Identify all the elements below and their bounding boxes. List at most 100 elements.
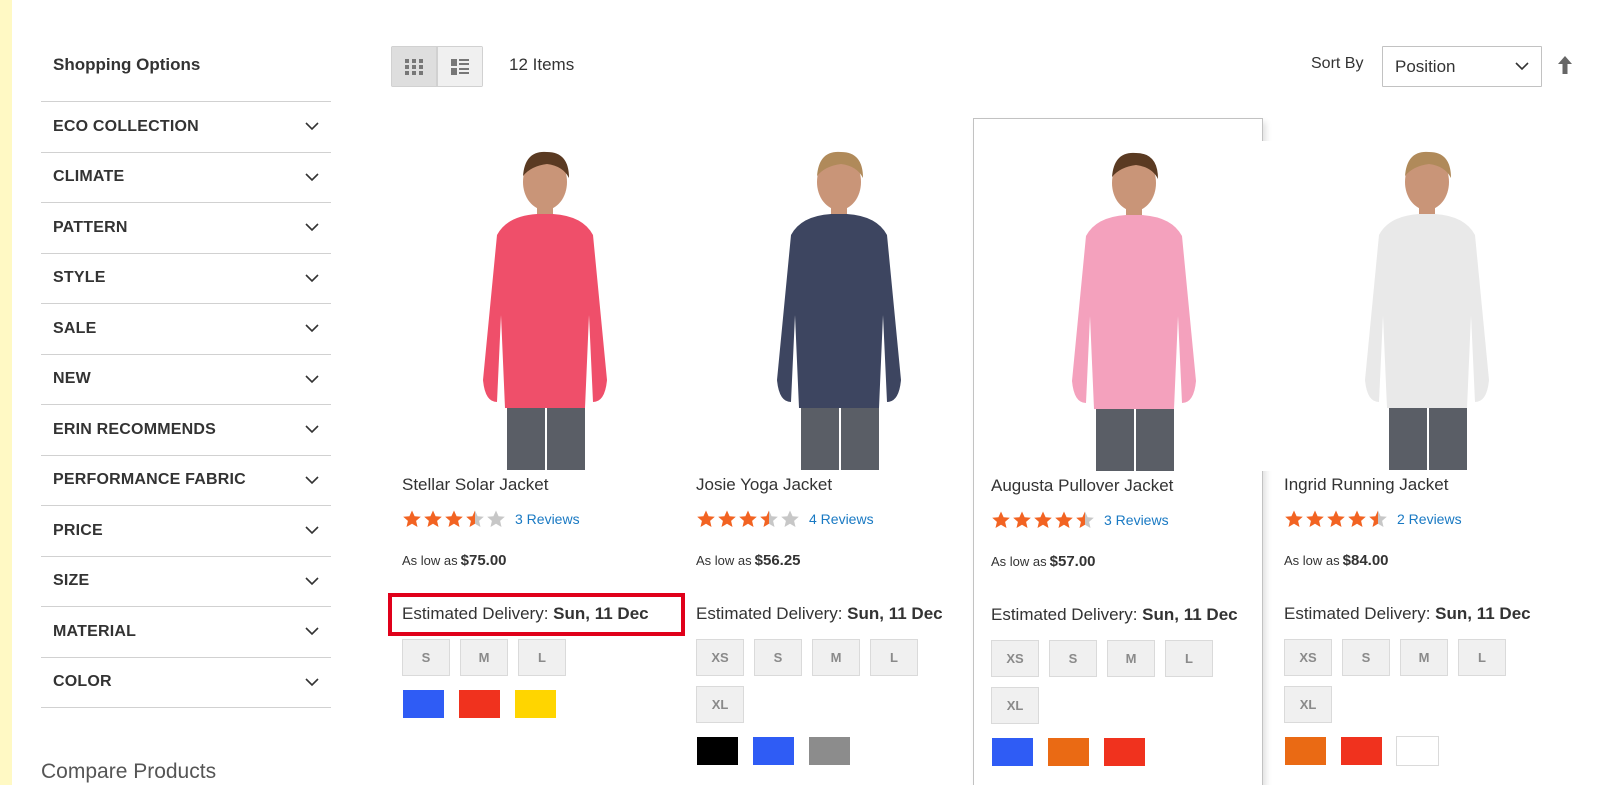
- filter-price[interactable]: PRICE: [41, 506, 331, 557]
- filter-label: COLOR: [53, 673, 112, 691]
- product-image[interactable]: [397, 140, 687, 470]
- product-card[interactable]: Augusta Pullover Jacket 3 Reviews As low a…: [973, 118, 1276, 785]
- reviews-link[interactable]: 3 Reviews: [515, 511, 580, 527]
- filter-label: PRICE: [53, 521, 103, 539]
- color-swatch[interactable]: [1396, 736, 1439, 766]
- filter-material[interactable]: MATERIAL: [41, 607, 331, 658]
- size-option-xs[interactable]: XS: [1284, 639, 1332, 676]
- color-swatch[interactable]: [752, 736, 795, 766]
- filter-performance-fabric[interactable]: PERFORMANCE FABRIC: [41, 456, 331, 506]
- delivery-date: Sun, 11 Dec: [847, 604, 943, 623]
- product-name-link[interactable]: Stellar Solar Jacket: [402, 475, 548, 495]
- price-prefix: As low as: [1284, 553, 1340, 568]
- delivery-label: Estimated Delivery:: [402, 604, 549, 623]
- chevron-down-icon: [305, 577, 319, 585]
- color-swatch[interactable]: [1103, 737, 1146, 767]
- chevron-down-icon: [305, 122, 319, 131]
- estimated-delivery: Estimated Delivery: Sun, 11 Dec: [696, 604, 943, 624]
- filter-label: PATTERN: [53, 218, 128, 236]
- view-mode-switch: [391, 46, 483, 87]
- color-swatch[interactable]: [1047, 737, 1090, 767]
- filter-erin-recommends[interactable]: ERIN RECOMMENDS: [41, 405, 331, 456]
- filter-new[interactable]: NEW: [41, 355, 331, 405]
- reviews-link[interactable]: 2 Reviews: [1397, 511, 1462, 527]
- filter-label: NEW: [53, 370, 91, 388]
- product-card[interactable]: Stellar Solar Jacket 3 Reviews As low as $7…: [388, 118, 687, 785]
- color-swatch[interactable]: [991, 737, 1034, 767]
- color-swatch[interactable]: [696, 736, 739, 766]
- size-option-l[interactable]: L: [518, 639, 566, 676]
- size-option-l[interactable]: L: [1458, 639, 1506, 676]
- product-image[interactable]: [691, 140, 981, 470]
- filter-sale[interactable]: SALE: [41, 304, 331, 355]
- filter-label: PERFORMANCE FABRIC: [53, 471, 246, 489]
- size-option-m[interactable]: M: [1107, 640, 1155, 677]
- product-card[interactable]: Josie Yoga Jacket 4 Reviews As low as $56.2…: [691, 118, 981, 785]
- list-view-button[interactable]: [437, 46, 483, 87]
- chevron-down-icon: [305, 425, 319, 434]
- size-option-m[interactable]: M: [460, 639, 508, 676]
- chevron-down-icon: [305, 526, 319, 535]
- reviews-link[interactable]: 4 Reviews: [809, 511, 874, 527]
- size-option-xl[interactable]: XL: [696, 686, 744, 723]
- size-option-xl[interactable]: XL: [1284, 686, 1332, 723]
- size-options: SML: [402, 639, 672, 686]
- rating-stars: [696, 509, 801, 529]
- product-card[interactable]: Ingrid Running Jacket 2 Reviews As low as $…: [1279, 118, 1569, 785]
- size-option-m[interactable]: M: [812, 639, 860, 676]
- product-name-link[interactable]: Augusta Pullover Jacket: [991, 476, 1173, 496]
- filter-style[interactable]: STYLE: [41, 254, 331, 304]
- color-swatch[interactable]: [514, 689, 557, 719]
- size-option-s[interactable]: S: [754, 639, 802, 676]
- product-rating: 4 Reviews: [696, 509, 874, 529]
- filter-pattern[interactable]: PATTERN: [41, 203, 331, 254]
- product-name-link[interactable]: Josie Yoga Jacket: [696, 475, 832, 495]
- size-option-xs[interactable]: XS: [696, 639, 744, 676]
- color-swatch[interactable]: [402, 689, 445, 719]
- rating-stars: [1284, 509, 1389, 529]
- size-option-m[interactable]: M: [1400, 639, 1448, 676]
- size-option-l[interactable]: L: [1165, 640, 1213, 677]
- delivery-date: Sun, 11 Dec: [1435, 604, 1531, 623]
- shopping-options-title: Shopping Options: [53, 55, 201, 74]
- list-icon: [451, 58, 469, 75]
- price-value: $84.00: [1342, 552, 1389, 569]
- sort-by-select[interactable]: Position: [1382, 46, 1542, 87]
- filter-size[interactable]: SIZE: [41, 557, 331, 607]
- chevron-down-icon: [305, 678, 319, 686]
- filter-label: SIZE: [53, 572, 90, 590]
- estimated-delivery: Estimated Delivery: Sun, 11 Dec: [991, 605, 1238, 625]
- size-option-xl[interactable]: XL: [991, 687, 1039, 724]
- filter-label: MATERIAL: [53, 622, 137, 640]
- price-value: $56.25: [754, 552, 801, 569]
- size-option-xs[interactable]: XS: [991, 640, 1039, 677]
- size-option-l[interactable]: L: [870, 639, 918, 676]
- chevron-down-icon: [1515, 62, 1529, 71]
- size-option-s[interactable]: S: [1049, 640, 1097, 677]
- price-value: $57.00: [1049, 553, 1096, 570]
- size-options: XS S M L XL: [991, 640, 1261, 734]
- price-prefix: As low as: [402, 553, 458, 568]
- product-image[interactable]: [1279, 140, 1569, 470]
- delivery-date: Sun, 11 Dec: [553, 604, 649, 623]
- chevron-down-icon: [305, 627, 319, 636]
- size-option-s[interactable]: S: [1342, 639, 1390, 676]
- price-prefix: As low as: [991, 554, 1047, 569]
- sort-direction-arrow-icon[interactable]: [1556, 54, 1574, 76]
- filter-label: ECO COLLECTION: [53, 117, 199, 135]
- grid-view-button[interactable]: [391, 46, 437, 87]
- reviews-link[interactable]: 3 Reviews: [1104, 512, 1169, 528]
- price-box: As low as $56.25: [696, 552, 801, 569]
- price-box: As low as $75.00: [402, 552, 507, 569]
- filter-list: ECO COLLECTION CLIMATE PATTERN STYLE SALE NEW…: [41, 101, 331, 708]
- filter-climate[interactable]: CLIMATE: [41, 153, 331, 203]
- size-option-s[interactable]: S: [402, 639, 450, 676]
- color-swatch[interactable]: [1340, 736, 1383, 766]
- color-swatch[interactable]: [458, 689, 501, 719]
- filter-color[interactable]: COLOR: [41, 658, 331, 708]
- product-name-link[interactable]: Ingrid Running Jacket: [1284, 475, 1448, 495]
- filter-eco-collection[interactable]: ECO COLLECTION: [41, 102, 331, 153]
- color-swatch[interactable]: [808, 736, 851, 766]
- color-swatch[interactable]: [1284, 736, 1327, 766]
- product-image[interactable]: [986, 141, 1276, 471]
